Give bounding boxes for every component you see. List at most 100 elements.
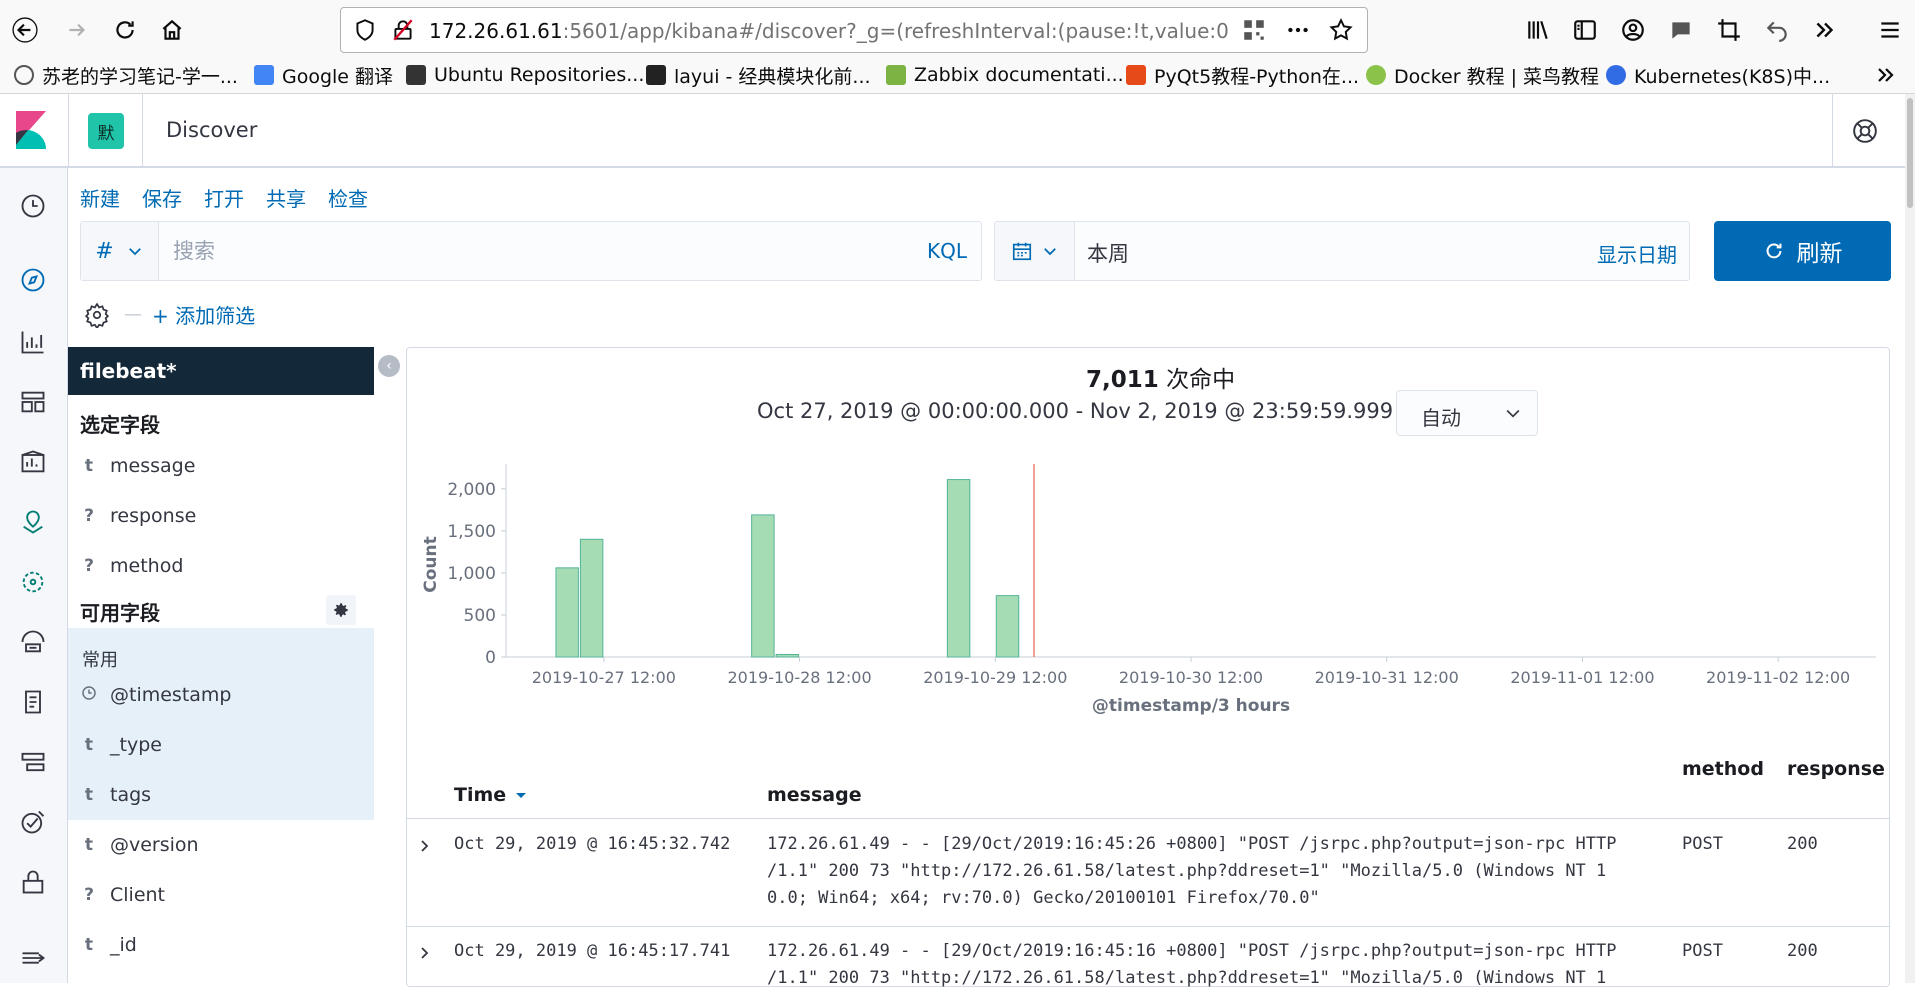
expand-row-chevron-icon[interactable] <box>418 945 432 959</box>
interval-select[interactable]: 自动 <box>1396 390 1538 436</box>
account-icon[interactable] <box>1620 17 1646 43</box>
field-item[interactable]: ? method <box>68 541 374 591</box>
field-item[interactable]: @timestamp <box>68 670 374 720</box>
date-range-value[interactable]: 本周 <box>1087 238 1129 268</box>
bookmark-item[interactable]: Zabbix documentati... <box>886 62 1124 88</box>
insecure-lock-icon[interactable] <box>390 17 416 43</box>
bookmark-item[interactable]: Kubernetes(K8S)中... <box>1606 62 1830 88</box>
field-item[interactable]: t _id <box>68 920 374 970</box>
column-header-response[interactable]: response <box>1787 758 1885 780</box>
bookmark-item[interactable]: PyQt5教程-Python在... <box>1126 62 1359 88</box>
search-input[interactable] <box>173 234 873 268</box>
nav-rail <box>0 168 68 983</box>
field-item[interactable]: ? Client <box>68 870 374 920</box>
undo-icon[interactable] <box>1764 17 1790 43</box>
discover-compass-icon[interactable] <box>9 256 57 304</box>
saved-query-button[interactable]: # <box>81 222 159 280</box>
bookmark-star-icon[interactable] <box>1328 17 1354 43</box>
recent-clock-icon[interactable] <box>19 192 47 220</box>
menu-save[interactable]: 保存 <box>142 183 182 212</box>
menu-open[interactable]: 打开 <box>204 183 244 212</box>
page-actions-icon[interactable] <box>1285 17 1311 43</box>
column-header-time[interactable]: Time <box>454 784 527 806</box>
menu-share[interactable]: 共享 <box>266 183 306 212</box>
back-icon[interactable] <box>10 15 40 45</box>
bookmarks-overflow-icon[interactable] <box>1874 62 1898 88</box>
field-item[interactable]: t message <box>68 441 374 491</box>
menu-inspect[interactable]: 检查 <box>328 183 368 212</box>
forward-icon[interactable] <box>62 15 92 45</box>
row-time: Oct 29, 2019 @ 16:45:17.741 <box>454 941 731 961</box>
sort-desc-icon[interactable] <box>515 789 527 801</box>
field-item[interactable]: ? response <box>68 491 374 541</box>
histogram-bar <box>995 595 1020 658</box>
clock-icon <box>68 685 110 706</box>
globe-icon <box>14 65 34 85</box>
quick-select-button[interactable] <box>995 222 1075 280</box>
table-header-divider <box>407 818 1889 819</box>
bookmark-item[interactable]: Google 翻译 <box>254 62 393 88</box>
filter-bar: — + 添加筛选 <box>84 300 255 329</box>
unknown-type-icon: ? <box>84 885 94 905</box>
bookmark-item[interactable]: 苏老的学习笔记-学一... <box>14 62 238 88</box>
collapse-nav-icon[interactable] <box>19 944 47 972</box>
bookmark-item[interactable]: Ubuntu Repositories... <box>406 62 644 88</box>
siem-lock-icon[interactable] <box>19 868 47 896</box>
canvas-icon[interactable] <box>19 448 47 476</box>
refresh-button[interactable]: 刷新 <box>1714 221 1891 281</box>
library-icon[interactable] <box>1525 17 1551 43</box>
qr-code-icon[interactable] <box>1241 17 1267 43</box>
page-scrollbar[interactable] <box>1905 94 1915 983</box>
maps-icon[interactable] <box>19 508 47 536</box>
field-item[interactable]: t tags <box>68 770 374 820</box>
histogram-chart[interactable]: 0 500 1,000 1,500 2,000 2019-10-27 12:00 2019-… <box>416 460 1886 730</box>
add-filter-link[interactable]: + 添加筛选 <box>152 300 255 329</box>
apm-icon[interactable] <box>19 748 47 776</box>
column-header-message[interactable]: message <box>767 784 862 806</box>
menu-new[interactable]: 新建 <box>80 183 120 212</box>
y-tick-label: 1,500 <box>447 522 496 542</box>
visualize-chart-icon[interactable] <box>19 328 47 356</box>
histogram-bar <box>579 538 604 658</box>
calendar-icon <box>1012 242 1031 261</box>
chat-icon[interactable] <box>1668 17 1694 43</box>
kibana-logo-icon[interactable] <box>16 111 46 149</box>
overflow-chevron-icon[interactable] <box>1812 17 1838 43</box>
available-fields-title: 可用字段 <box>80 601 160 625</box>
url-text[interactable]: 172.26.61.61:5601/app/kibana#/discover?_… <box>429 19 1229 43</box>
x-tick-label: 2019-11-02 12:00 <box>1706 668 1850 687</box>
field-item[interactable]: t @version <box>68 820 374 870</box>
uptime-icon[interactable] <box>19 808 47 836</box>
crop-icon[interactable] <box>1716 17 1742 43</box>
dashboard-icon[interactable] <box>19 388 47 416</box>
address-bar[interactable]: 172.26.61.61:5601/app/kibana#/discover?_… <box>340 7 1368 53</box>
logs-icon[interactable] <box>19 688 47 716</box>
show-dates-link[interactable]: 显示日期 <box>1597 239 1677 268</box>
space-avatar[interactable]: 默 <box>88 113 124 149</box>
ml-icon[interactable] <box>19 568 47 596</box>
kql-toggle[interactable]: KQL <box>927 239 967 263</box>
y-tick-label: 2,000 <box>447 480 496 500</box>
filter-settings-gear-icon[interactable] <box>84 302 110 328</box>
sidebar-toggle-icon[interactable] <box>1572 17 1598 43</box>
bookmark-item[interactable]: layui - 经典模块化前... <box>646 62 871 88</box>
reload-icon[interactable] <box>110 15 140 45</box>
date-picker: 本周 显示日期 <box>994 221 1690 281</box>
collapse-sidebar-icon[interactable]: ‹ <box>378 355 400 377</box>
index-pattern-selector[interactable]: filebeat* <box>68 347 374 395</box>
string-type-icon: t <box>84 935 94 955</box>
header-divider <box>68 94 69 166</box>
infrastructure-icon[interactable] <box>19 628 47 656</box>
column-header-method[interactable]: method <box>1682 758 1764 780</box>
field-filter-gear-icon[interactable] <box>326 595 356 625</box>
scrollbar-thumb[interactable] <box>1907 98 1913 208</box>
row-message: 172.26.61.49 - - [29/Oct/2019:16:45:26 +… <box>767 834 1617 908</box>
field-item[interactable]: t _type <box>68 720 374 770</box>
hamburger-menu-icon[interactable] <box>1877 17 1903 43</box>
string-type-icon: t <box>84 785 94 805</box>
help-icon[interactable] <box>1852 118 1878 144</box>
expand-row-chevron-icon[interactable] <box>418 838 432 852</box>
shield-icon[interactable] <box>352 17 378 43</box>
bookmark-item[interactable]: Docker 教程 | 菜鸟教程 <box>1366 62 1599 88</box>
home-icon[interactable] <box>157 15 187 45</box>
